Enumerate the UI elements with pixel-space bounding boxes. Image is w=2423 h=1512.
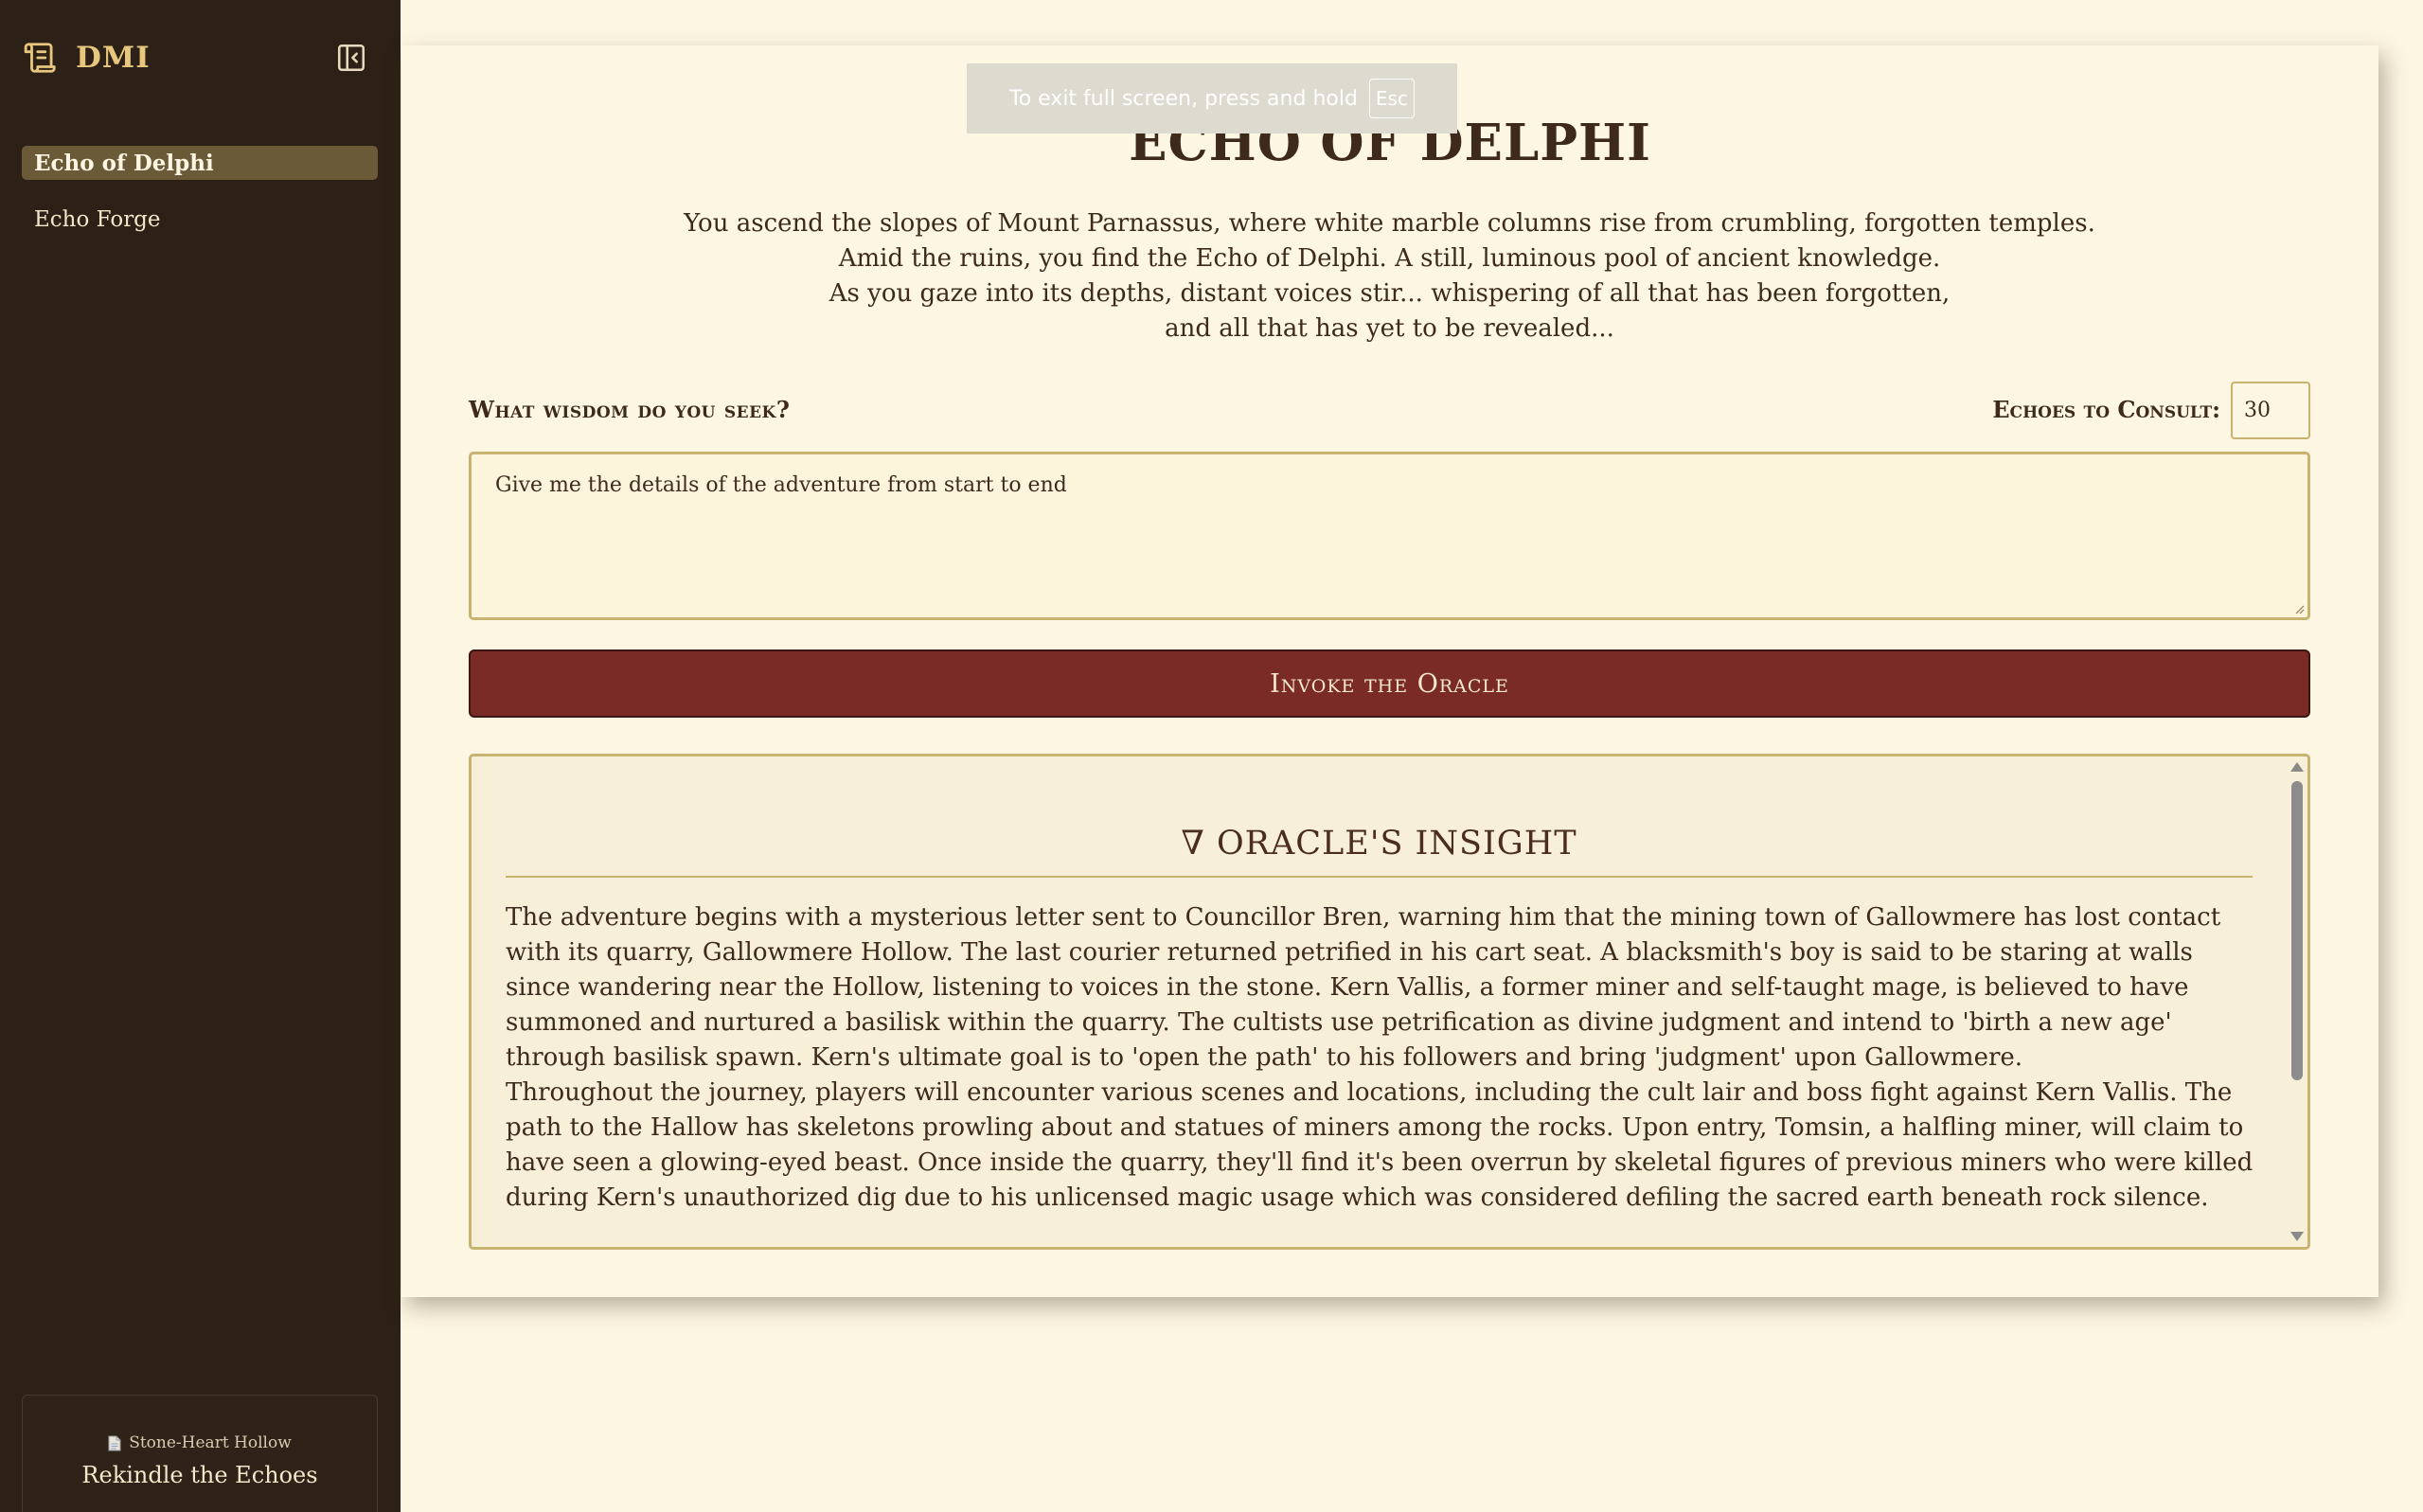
insight-paragraph: The adventure begins with a mysterious l… — [506, 903, 2221, 1072]
insight-title-text: ORACLE'S INSIGHT — [1216, 825, 1577, 863]
query-textarea[interactable]: Give me the details of the adventure fro… — [469, 452, 2310, 620]
intro-line: and all that has yet to be revealed... — [1165, 314, 1614, 343]
intro-line: Amid the ruins, you find the Echo of Del… — [838, 244, 1941, 273]
campaign-card[interactable]: Stone-Heart Hollow Rekindle the Echoes — [22, 1395, 378, 1512]
insight-scrollbar[interactable] — [2287, 756, 2307, 1247]
query-text: Give me the details of the adventure fro… — [495, 473, 1067, 497]
document-icon — [108, 1435, 121, 1450]
oracle-insight-panel[interactable]: ∇ ORACLE'S INSIGHT The adventure begins … — [469, 754, 2310, 1250]
insight-paragraph: Throughout the journey, players will enc… — [506, 1078, 2254, 1212]
insight-body: The adventure begins with a mysterious l… — [506, 900, 2262, 1216]
sidebar-item-echo-forge[interactable]: Echo Forge — [22, 203, 378, 237]
sidebar: DMI Echo of Delphi Echo Forge Stone-Hear… — [0, 0, 401, 1512]
brand[interactable]: DMI — [23, 40, 151, 76]
sidebar-item-label: Echo of Delphi — [34, 150, 214, 176]
intro-line: You ascend the slopes of Mount Parnassus… — [684, 209, 2095, 238]
sidebar-item-echo-of-delphi[interactable]: Echo of Delphi — [22, 146, 378, 180]
intro-line: As you gaze into its depths, distant voi… — [828, 279, 1951, 308]
rekindle-link[interactable]: Rekindle the Echoes — [23, 1462, 377, 1488]
scroll-down-icon[interactable] — [2290, 1232, 2304, 1241]
collapse-triangle-icon: ∇ — [1181, 825, 1205, 863]
fullscreen-toast: To exit full screen, press and hold Esc — [967, 63, 1457, 133]
esc-key-badge: Esc — [1368, 79, 1415, 118]
scroll-icon — [24, 43, 56, 73]
invoke-oracle-button[interactable]: Invoke the Oracle — [469, 649, 2310, 718]
echoes-count-input[interactable]: 30 — [2231, 382, 2310, 439]
sidebar-item-label: Echo Forge — [34, 207, 161, 232]
campaign-subtitle: Stone-Heart Hollow — [23, 1433, 377, 1452]
sidebar-nav: Echo of Delphi Echo Forge — [22, 146, 378, 259]
scroll-thumb[interactable] — [2291, 781, 2303, 1080]
campaign-name: Stone-Heart Hollow — [129, 1433, 292, 1452]
brand-name: DMI — [76, 41, 151, 75]
resize-grip-icon[interactable] — [2293, 603, 2305, 614]
insight-title[interactable]: ∇ ORACLE'S INSIGHT — [506, 825, 2253, 863]
intro-text: You ascend the slopes of Mount Parnassus… — [663, 206, 2116, 347]
collapse-sidebar-icon[interactable] — [335, 42, 367, 74]
echoes-label: Echoes to Consult: — [1992, 396, 2220, 423]
query-label: What wisdom do you seek? — [469, 396, 791, 423]
divider — [506, 876, 2253, 878]
toast-text: To exit full screen, press and hold — [1009, 86, 1358, 111]
scroll-up-icon[interactable] — [2290, 762, 2304, 772]
